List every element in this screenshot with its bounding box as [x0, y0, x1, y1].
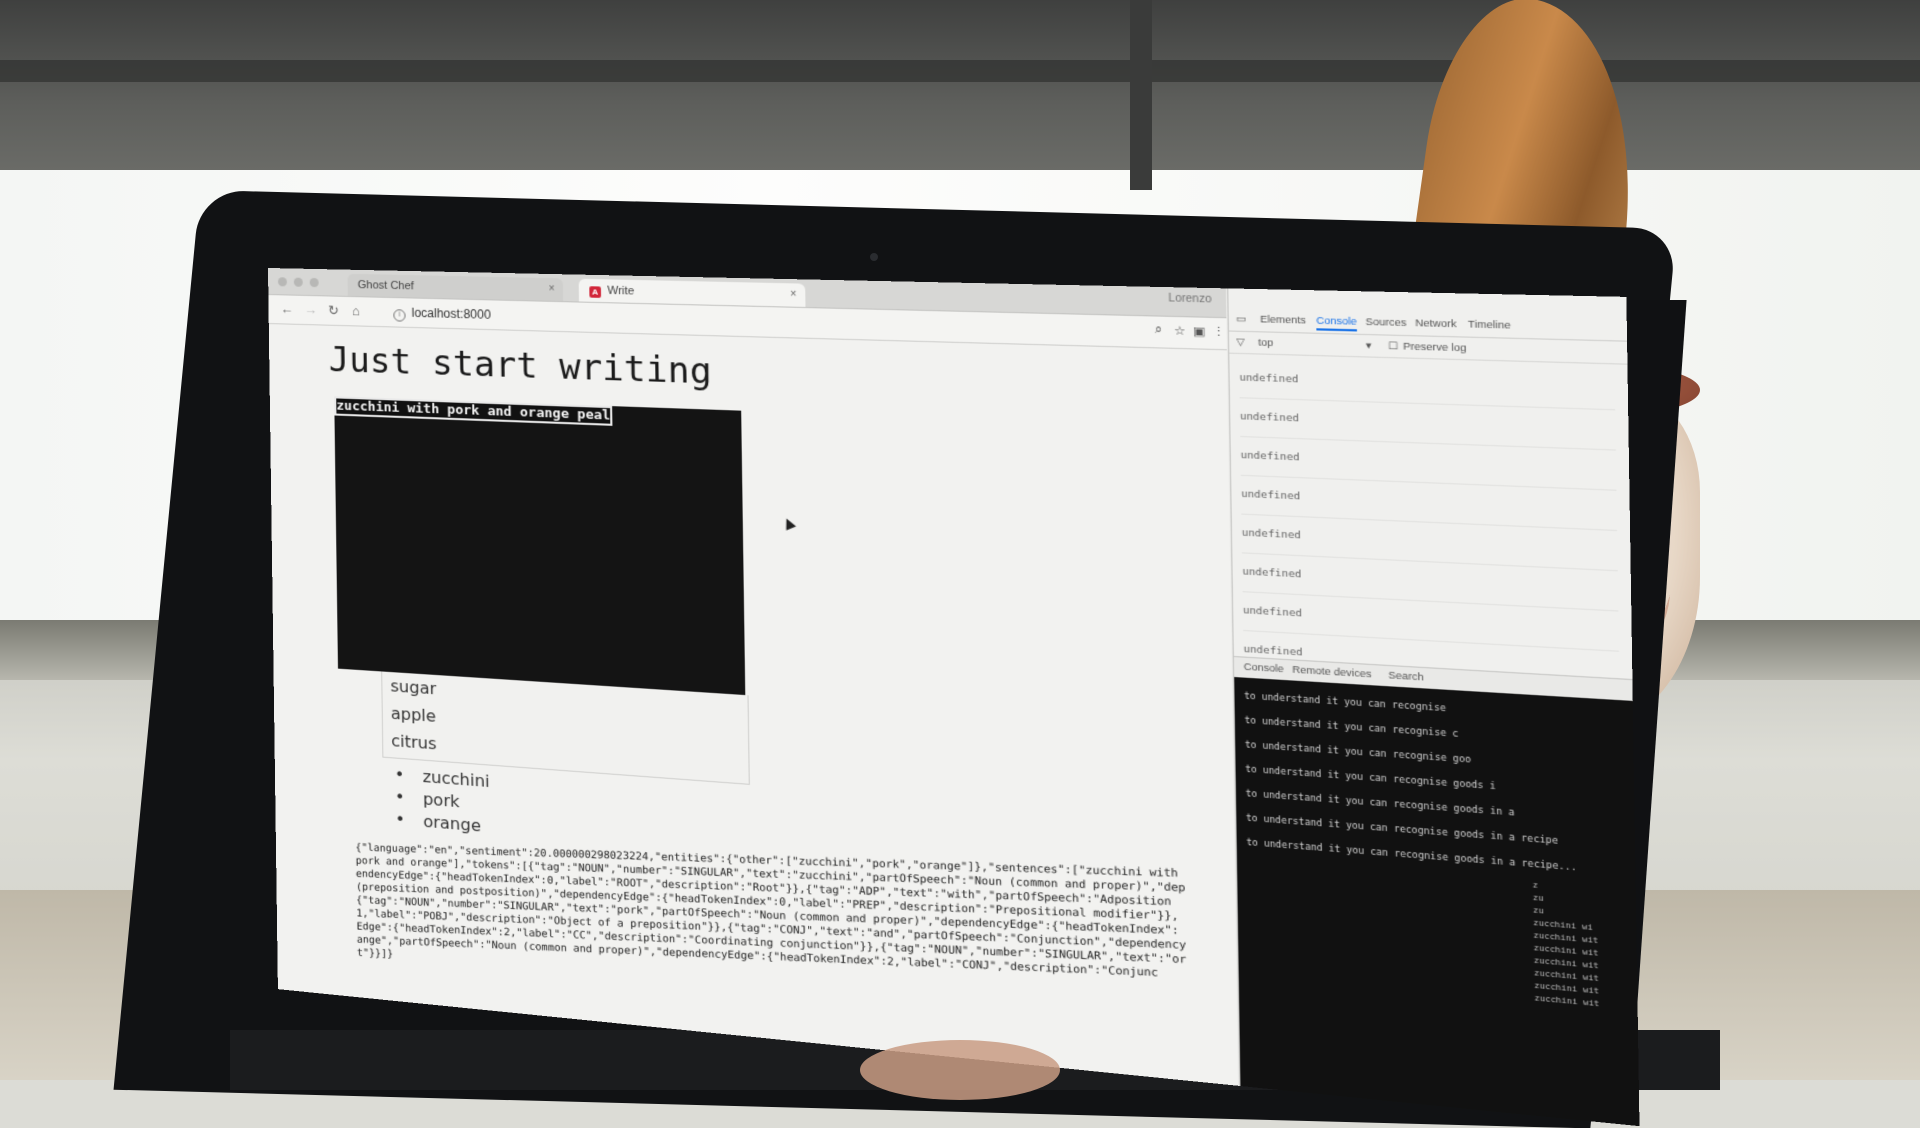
- close-icon[interactable]: ×: [790, 283, 797, 306]
- laptop-screen: Ghost Chef × A Write × Lorenzo ← → ↻ ⌂ il…: [268, 268, 1640, 1127]
- menu-icon[interactable]: ⋮: [1212, 325, 1225, 340]
- tab-elements[interactable]: Elements: [1260, 314, 1306, 326]
- reload-icon[interactable]: ↻: [328, 302, 339, 318]
- window-minimize-dot[interactable]: [293, 277, 303, 287]
- extension-icon[interactable]: ▣: [1193, 324, 1206, 339]
- drawer-tab-remote-devices[interactable]: Remote devices: [1292, 664, 1371, 680]
- terminal-output: to understand it you can recognise to un…: [1234, 677, 1640, 1127]
- preserve-log-label: Preserve log: [1402, 340, 1467, 354]
- devtools-panel: ▭ Elements Console Sources Network Timel…: [1227, 288, 1640, 1127]
- page-title: Just start writing: [328, 339, 713, 393]
- terminal-column: z zu zu zucchini wi zucchini wit zucchin…: [1532, 880, 1599, 1011]
- context-select[interactable]: top: [1258, 337, 1273, 349]
- zoom-icon[interactable]: ⌕: [1155, 323, 1163, 337]
- preserve-log-checkbox[interactable]: ☐: [1388, 340, 1398, 353]
- drawer-tab-search[interactable]: Search: [1388, 669, 1424, 682]
- webcam-icon: [870, 253, 878, 261]
- json-output: {"language":"en","sentiment":20.00000029…: [355, 842, 1187, 980]
- drawer-tab-console[interactable]: Console: [1244, 661, 1284, 674]
- entity-list: zucchini pork orange: [395, 764, 491, 839]
- chevron-down-icon[interactable]: ▾: [1366, 340, 1372, 352]
- url-text: localhost:8000: [411, 305, 492, 322]
- mouse-pointer-icon: [781, 516, 797, 531]
- info-icon[interactable]: i: [393, 309, 406, 322]
- window-zoom-dot[interactable]: [309, 277, 319, 288]
- web-page: Just start writing zucchini with pork an…: [268, 324, 1239, 1086]
- device-toolbar-icon[interactable]: ▭: [1236, 313, 1246, 325]
- tab-sources[interactable]: Sources: [1365, 316, 1406, 328]
- tab-label: Write: [607, 284, 635, 298]
- editor-selected-text[interactable]: zucchini with pork and orange peal: [334, 396, 613, 426]
- terminal-lines: to understand it you can recognise to un…: [1244, 684, 1577, 880]
- profile-name[interactable]: Lorenzo: [1168, 293, 1211, 306]
- home-icon[interactable]: ⌂: [352, 303, 360, 318]
- window-close-dot[interactable]: [277, 277, 287, 287]
- forward-arrow-icon[interactable]: →: [304, 302, 317, 317]
- tab-console[interactable]: Console: [1316, 314, 1358, 332]
- text-editor[interactable]: zucchini with pork and orange peal: [334, 396, 746, 696]
- window-frame-mullion: [1130, 0, 1152, 190]
- hand: [860, 1040, 1060, 1100]
- console-output: undefined undefined undefined undefined …: [1239, 359, 1620, 693]
- tab-label: Ghost Chef: [357, 278, 414, 293]
- star-icon[interactable]: ☆: [1174, 324, 1186, 339]
- back-arrow-icon[interactable]: ←: [280, 301, 293, 316]
- tab-network[interactable]: Network: [1415, 317, 1457, 329]
- filter-icon[interactable]: ▽: [1236, 336, 1245, 348]
- window-frame-top: [0, 0, 1920, 170]
- tab-timeline[interactable]: Timeline: [1468, 318, 1511, 330]
- close-icon[interactable]: ×: [548, 278, 554, 301]
- window-frame-bar: [0, 60, 1920, 82]
- angular-icon: A: [589, 286, 602, 298]
